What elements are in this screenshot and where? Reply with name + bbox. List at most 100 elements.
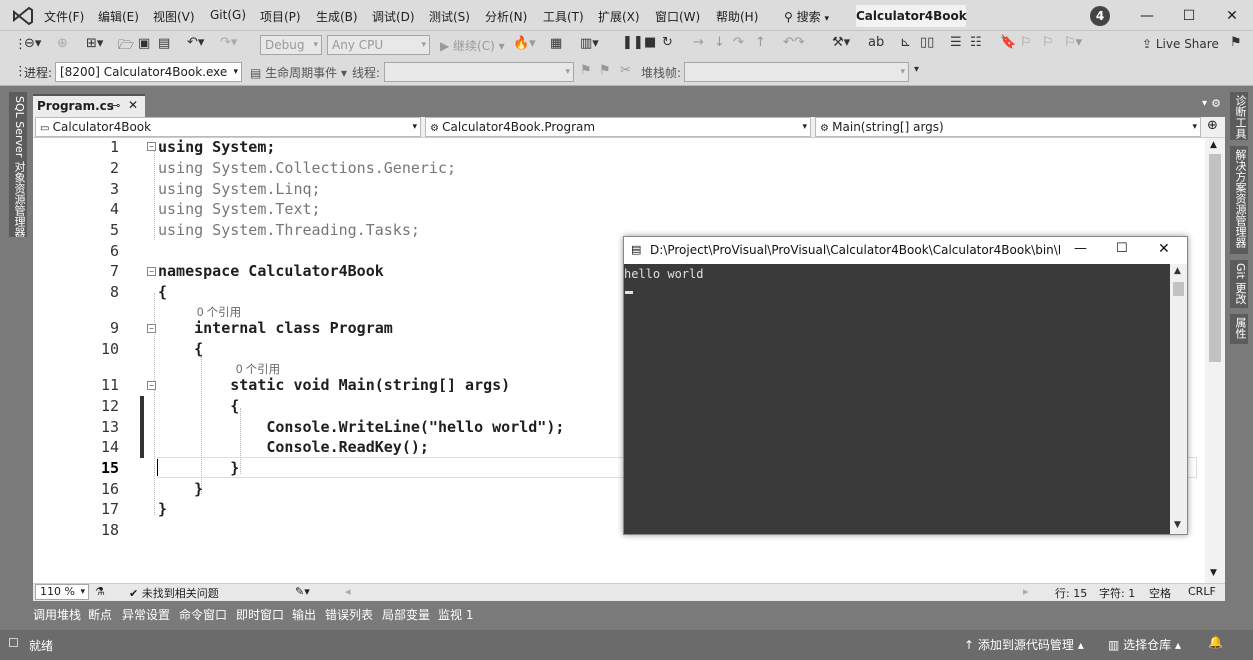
platform-dropdown[interactable]: Any CPU ▾ — [327, 35, 430, 55]
menu-tools[interactable]: 工具(T) — [543, 8, 584, 25]
line-indicator[interactable]: 行: 15 — [1055, 585, 1087, 601]
minimize-icon[interactable]: — — [1134, 5, 1160, 27]
tab-list-dropdown-icon[interactable]: ▾ — [1202, 98, 1207, 109]
diagnostics-icon[interactable]: ▥▾ — [580, 36, 599, 51]
scroll-up-icon[interactable]: ▲ — [1174, 266, 1181, 276]
menu-edit[interactable]: 编辑(E) — [98, 8, 139, 25]
toolbar-overflow-icon[interactable]: ▾ — [914, 64, 919, 75]
console-output[interactable]: hello world — [624, 264, 1169, 534]
sql-server-explorer-tab[interactable]: SQL Server 对象资源管理器 — [9, 92, 27, 237]
vertical-scrollbar[interactable]: ▲ ▼ — [1205, 138, 1225, 583]
collapse-icon[interactable]: − — [147, 267, 156, 276]
step-over-icon[interactable]: ↷ — [733, 35, 744, 50]
feedback-icon[interactable]: ⚑ — [1230, 35, 1242, 50]
scroll-right-icon[interactable]: ▸ — [1023, 585, 1029, 598]
live-share-button[interactable]: ⇪ Live Share — [1142, 37, 1219, 51]
close-icon[interactable]: ✕ — [1219, 5, 1245, 27]
scroll-up-icon[interactable]: ▲ — [1210, 140, 1217, 150]
tab-call-stack[interactable]: 调用堆栈 — [33, 606, 81, 625]
lifecycle-events-button[interactable]: ▤ 生命周期事件 ▾ — [250, 64, 347, 81]
save-icon[interactable]: ▣ — [138, 36, 150, 51]
select-repository-button[interactable]: ▥ 选择仓库 ▴ — [1108, 636, 1181, 653]
reference-hint[interactable]: 0 个引用 — [197, 304, 241, 320]
maximize-icon[interactable]: ☐ — [1116, 241, 1128, 256]
align-icon[interactable]: ⊾ — [900, 35, 911, 50]
pause-icon[interactable]: ❚❚ — [622, 35, 644, 50]
project-dropdown[interactable]: ▭ Calculator4Book ▾ — [35, 117, 421, 137]
tab-output[interactable]: 输出 — [292, 606, 316, 625]
close-tab-icon[interactable]: ✕ — [128, 98, 138, 112]
save-all-icon[interactable]: ▤ — [158, 36, 170, 51]
comment-icon[interactable]: ↶↷ — [783, 35, 805, 50]
scroll-down-icon[interactable]: ▼ — [1174, 520, 1181, 530]
member-dropdown[interactable]: ⚙ Main(string[] args) ▾ — [815, 117, 1201, 137]
column-indicator[interactable]: 字符: 1 — [1099, 585, 1135, 601]
visual-studio-logo-icon[interactable] — [12, 6, 34, 26]
undo-icon[interactable]: ↶▾ — [187, 35, 204, 50]
tab-locals[interactable]: 局部变量 — [382, 606, 430, 625]
redo-icon[interactable]: ↷▾ — [220, 35, 237, 50]
next-bookmark-icon[interactable]: ⚐ — [1042, 35, 1054, 50]
bookmark-icon[interactable]: 🔖 — [1000, 35, 1016, 50]
tab-immediate-window[interactable]: 即时窗口 — [236, 606, 284, 625]
menu-build[interactable]: 生成(B) — [316, 8, 358, 25]
search-button[interactable]: ⚲ 搜索 ▾ — [784, 8, 829, 25]
menu-view[interactable]: 视图(V) — [153, 8, 195, 25]
collapse-icon[interactable]: − — [147, 381, 156, 390]
clear-bookmarks-icon[interactable]: ⚐▾ — [1064, 35, 1082, 50]
indent-icon[interactable]: ☰ — [950, 35, 962, 50]
new-item-icon[interactable]: ⊞▾ — [86, 36, 103, 51]
browser-link-icon[interactable]: ▦ — [550, 36, 562, 51]
navigate-forward-icon[interactable]: ⊕ — [57, 36, 68, 51]
tab-watch-1[interactable]: 监视 1 — [438, 606, 473, 625]
scroll-thumb[interactable] — [1173, 282, 1184, 296]
zoom-dropdown[interactable]: 110 % ▾ — [35, 584, 89, 600]
prev-bookmark-icon[interactable]: ⚐ — [1020, 35, 1032, 50]
tools-icon[interactable]: ⚒▾ — [832, 35, 850, 50]
menu-extensions[interactable]: 扩展(X) — [598, 8, 640, 25]
class-dropdown[interactable]: ⚙ Calculator4Book.Program ▾ — [425, 117, 811, 137]
navigate-back-icon[interactable]: ⊖▾ — [24, 36, 41, 51]
split-editor-icon[interactable]: ⊕ — [1207, 118, 1218, 133]
console-window[interactable]: ▤ D:\Project\ProVisual\ProVisual\Calcula… — [623, 236, 1188, 535]
issues-indicator[interactable]: ✔ 未找到相关问题 — [129, 585, 219, 601]
configuration-dropdown[interactable]: Debug ▾ — [260, 35, 322, 55]
collapse-icon[interactable]: − — [147, 142, 156, 151]
maximize-icon[interactable]: ☐ — [1176, 5, 1202, 27]
menu-debug[interactable]: 调试(D) — [372, 8, 415, 25]
show-next-statement-icon[interactable]: → — [693, 35, 704, 50]
pin-icon[interactable]: ⊸ — [111, 99, 120, 112]
process-dropdown[interactable]: [8200] Calculator4Book.exe ▾ — [55, 62, 242, 82]
columns-icon[interactable]: ▯▯ — [920, 35, 934, 50]
git-changes-tab[interactable]: Git 更改 — [1230, 260, 1248, 308]
hide-external-code-icon[interactable]: ✂ — [620, 63, 631, 78]
tab-program-cs[interactable]: Program.cs ⊸ ✕ — [33, 94, 145, 117]
close-icon[interactable]: ✕ — [1158, 241, 1170, 257]
settings-icon[interactable]: ⚙ — [1211, 97, 1221, 110]
outdent-icon[interactable]: ☷ — [970, 35, 982, 50]
whitespace-indicator[interactable]: 空格 — [1149, 585, 1171, 601]
restart-icon[interactable]: ↻ — [662, 35, 673, 50]
minimize-icon[interactable]: — — [1074, 241, 1087, 256]
tab-error-list[interactable]: 错误列表 — [325, 606, 373, 625]
collapse-icon[interactable]: − — [147, 324, 156, 333]
menu-file[interactable]: 文件(F) — [44, 8, 84, 25]
flag-threads-icon[interactable]: ⚑ — [599, 63, 611, 78]
line-ending-indicator[interactable]: CRLF — [1188, 585, 1216, 598]
notification-icon[interactable]: ☐ — [8, 636, 19, 650]
flag-thread-icon[interactable]: ⚑ — [580, 63, 592, 78]
continue-button[interactable]: ▶ 继续(C) ▾ — [440, 37, 505, 54]
brush-icon[interactable]: ✎▾ — [295, 585, 310, 598]
spell-check-icon[interactable]: ab — [868, 35, 884, 50]
menu-project[interactable]: 项目(P) — [260, 8, 301, 25]
thread-dropdown[interactable]: ▾ — [384, 62, 574, 82]
open-file-icon[interactable]: 🗁 — [118, 36, 134, 58]
step-into-icon[interactable]: ↓ — [714, 35, 725, 50]
stack-frame-dropdown[interactable]: ▾ — [684, 62, 909, 82]
refactor-icon[interactable]: ⚗ — [95, 585, 105, 598]
scroll-left-icon[interactable]: ◂ — [345, 585, 351, 598]
properties-tab[interactable]: 属性 — [1230, 314, 1248, 344]
console-title-bar[interactable]: ▤ D:\Project\ProVisual\ProVisual\Calcula… — [624, 237, 1187, 264]
step-out-icon[interactable]: ↑ — [755, 35, 766, 50]
solution-explorer-tab[interactable]: 解决方案资源管理器 — [1230, 146, 1248, 254]
